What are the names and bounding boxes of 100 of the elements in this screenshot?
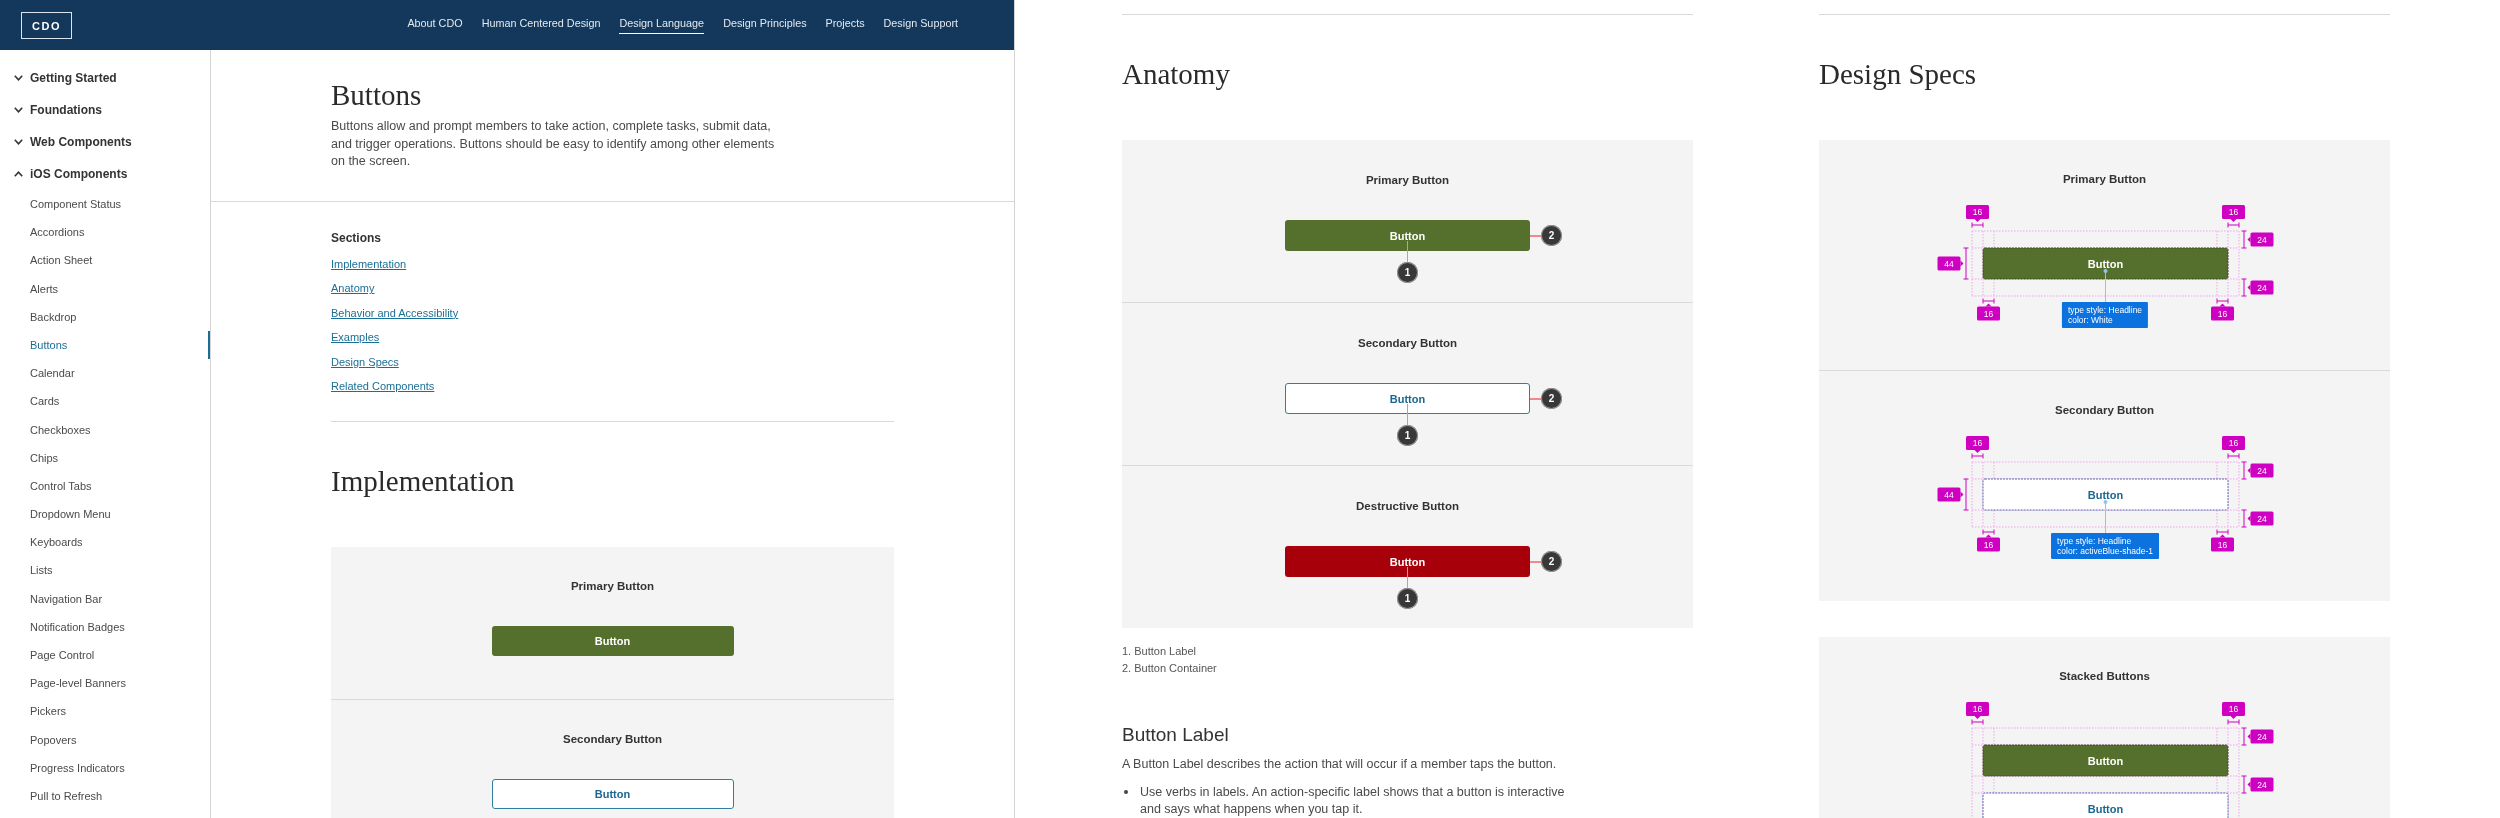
dimension-line — [1971, 222, 1983, 228]
secondary-button-mockup: Button — [1982, 478, 2228, 511]
callout-marker: 1 — [1397, 425, 1418, 446]
sidebar-item[interactable]: Action Sheet — [0, 246, 210, 275]
dimension-line — [1971, 453, 1983, 459]
callout-line — [1530, 398, 1541, 400]
callout-marker: 2 — [1541, 388, 1562, 409]
primary-button-mockup: Button — [1982, 744, 2228, 777]
sidebar-item[interactable]: Accordions — [0, 218, 210, 247]
nav-link[interactable]: Design Principles — [723, 0, 807, 34]
sidebar-item[interactable]: Lists — [0, 556, 210, 585]
page-description: Buttons allow and prompt members to take action, complete tasks, submit data, and trigger operations. Buttons should be easy to identify among other elements on the screen. — [331, 118, 776, 170]
sidebar-item[interactable]: Alerts — [0, 274, 210, 303]
dimension-line — [2227, 222, 2239, 228]
dimension-line — [2227, 719, 2239, 725]
sidebar-item[interactable]: Buttons — [0, 330, 210, 360]
section-link[interactable]: Anatomy — [331, 276, 375, 301]
dimension-tag: 16 — [1965, 436, 1989, 453]
dimension-tag: 24 — [2247, 511, 2273, 526]
secondary-button[interactable]: Button — [491, 779, 734, 810]
sidebar-item[interactable]: Component Status — [0, 190, 210, 219]
sidebar-group[interactable]: Foundations — [0, 94, 210, 126]
sidebar-item[interactable]: Pull to Refresh — [0, 781, 210, 811]
sidebar-group[interactable]: Web Components — [0, 126, 210, 158]
sidebar-item[interactable]: Cards — [0, 387, 210, 416]
sidebar-item[interactable]: Notification Badges — [0, 612, 210, 641]
example-title: Primary Button — [1365, 173, 1450, 188]
sidebar-item[interactable]: Control Tabs — [0, 471, 210, 501]
sidebar-item[interactable]: Pickers — [0, 697, 210, 726]
callout-marker: 2 — [1541, 551, 1562, 572]
sidebar-item[interactable]: Checkboxes — [0, 415, 210, 444]
spec-note: type style: Headline color: activeBlue-shade-1 — [2051, 533, 2159, 559]
dimension-line — [2240, 230, 2247, 249]
dimension-tag: 16 — [2210, 534, 2234, 552]
section-link[interactable]: Examples — [331, 325, 380, 350]
dimension-tag: 16 — [2210, 303, 2234, 321]
callout-line — [1406, 567, 1409, 588]
dimension-tag: 16 — [1965, 702, 1989, 719]
nav-link[interactable]: Projects — [825, 0, 865, 34]
section-heading: Design Specs — [1819, 57, 1978, 91]
dimension-line — [2240, 461, 2247, 480]
sidebar-item[interactable]: Navigation Bar — [0, 584, 210, 613]
body-text: A Button Label describes the action that will occur if a member taps the button. — [1122, 756, 1558, 773]
section-link[interactable]: Behavior and Accessibility — [331, 300, 459, 326]
sidebar-group[interactable]: iOS Components — [0, 158, 210, 190]
dimension-line — [1982, 529, 1994, 535]
sidebar-item[interactable]: Calendar — [0, 359, 210, 388]
nav-link[interactable]: Design Language — [619, 0, 705, 34]
dimension-tag: 16 — [2221, 702, 2245, 719]
sidebar-group[interactable]: Getting Started — [0, 62, 210, 94]
dimension-tag: 16 — [2221, 436, 2245, 453]
logo[interactable]: CDO — [21, 12, 72, 39]
leader-line — [2103, 500, 2107, 534]
dimension-line — [2227, 453, 2239, 459]
dimension-tag: 16 — [1976, 534, 2000, 552]
secondary-button-mockup: Button — [1285, 383, 1530, 414]
section-link[interactable]: Implementation — [331, 251, 407, 277]
dimension-line — [1962, 247, 1969, 280]
dimension-line — [2240, 727, 2247, 746]
legend-item: 1. Button Label — [1122, 644, 1197, 659]
sidebar-item[interactable]: Page-level Banners — [0, 669, 210, 698]
destructive-button-mockup: Button — [1285, 546, 1530, 577]
sidebar-item[interactable]: Backdrop — [0, 302, 210, 331]
nav-link[interactable]: Design Support — [883, 0, 958, 34]
dimension-tag: 44 — [1937, 487, 1963, 502]
example-title: Stacked Buttons — [2059, 669, 2150, 684]
dimension-line — [2240, 775, 2247, 794]
sidebar-item[interactable]: Page Control — [0, 641, 210, 670]
leader-line — [2103, 269, 2107, 303]
sidebar-item[interactable]: Chips — [0, 443, 210, 472]
section-link[interactable]: Related Components — [331, 374, 435, 400]
section-link[interactable]: Design Specs — [331, 349, 399, 375]
example-title: Destructive Button — [1356, 499, 1459, 514]
dimension-tag: 24 — [2247, 777, 2273, 792]
section-heading: Implementation — [331, 464, 516, 499]
bullet-icon — [1124, 790, 1128, 795]
sidebar-item[interactable]: Popovers — [0, 725, 210, 754]
nav-link[interactable]: Human Centered Design — [481, 0, 601, 34]
subsection-heading: Button Label — [1122, 724, 1230, 746]
callout-line — [1406, 241, 1409, 262]
sidebar-item[interactable]: Keyboards — [0, 528, 210, 557]
dimension-line — [2240, 278, 2247, 297]
nav-link[interactable]: About CDO — [407, 0, 463, 34]
section-heading: Anatomy — [1122, 57, 1231, 91]
primary-button[interactable]: Button — [491, 626, 734, 657]
example-title: Primary Button — [2062, 172, 2147, 187]
dimension-tag: 16 — [1965, 205, 1989, 222]
dimension-tag: 16 — [1976, 303, 2000, 321]
dimension-tag: 24 — [2247, 232, 2273, 247]
dimension-line — [2216, 298, 2228, 304]
primary-button-mockup: Button — [1982, 247, 2228, 280]
example-title: Primary Button — [570, 579, 655, 595]
callout-marker: 2 — [1541, 225, 1562, 246]
example-title: Secondary Button — [562, 732, 662, 748]
sidebar-item[interactable]: Dropdown Menu — [0, 500, 210, 529]
sidebar-item[interactable]: Progress Indicators — [0, 753, 210, 782]
dimension-tag: 24 — [2247, 729, 2273, 744]
sections-heading: Sections — [331, 229, 382, 246]
page-title: Buttons — [331, 78, 423, 112]
dimension-tag: 24 — [2247, 280, 2273, 295]
